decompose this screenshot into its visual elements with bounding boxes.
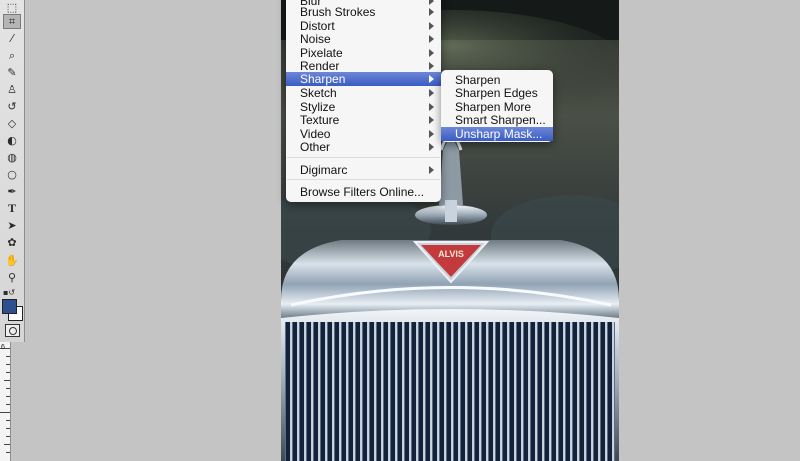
pen-tool-icon[interactable]: ✒ [3,184,21,199]
menu-separator [287,157,440,158]
menu-item-pixelate[interactable]: Pixelate [286,46,441,60]
dodge-tool-icon[interactable]: ○ [3,167,21,182]
eyedropper-tool-icon[interactable]: ⁄ [3,31,21,46]
submenu-item-sharpen[interactable]: Sharpen [441,73,553,87]
filter-menu: Blur Brush Strokes Distort Noise Pixelat… [286,0,441,202]
menu-item-brush-strokes[interactable]: Brush Strokes [286,5,441,19]
submenu-item-sharpen-more[interactable]: Sharpen More [441,100,553,114]
menu-item-sharpen[interactable]: Sharpen [286,72,441,86]
brush-tool-icon[interactable]: ✎ [3,65,21,80]
tools-panel: ⬚ ⌗ ⁄ ⌕ ✎ ♙ ↺ ◇ ◐ ◍ ○ ✒ T ➤ ✿ ✋ ⚲ ▪↺ [0,0,25,342]
submenu-arrow-icon [429,8,434,16]
menu-item-sketch[interactable]: Sketch [286,86,441,100]
submenu-arrow-icon [429,89,434,97]
submenu-arrow-icon [429,103,434,111]
menu-item-texture[interactable]: Texture [286,113,441,127]
quick-mask-icon[interactable] [5,324,20,337]
submenu-arrow-icon [429,130,434,138]
submenu-arrow-icon [429,62,434,70]
menu-item-video[interactable]: Video [286,127,441,141]
swap-colors-icon[interactable]: ▪↺ [3,285,21,300]
history-brush-tool-icon[interactable]: ↺ [3,99,21,114]
ruler-label: 6 [1,344,5,351]
custom-shape-tool-icon[interactable]: ✿ [3,235,21,250]
crop-tool-icon[interactable]: ⌗ [3,14,21,29]
foreground-color-swatch[interactable] [2,299,17,314]
submenu-item-sharpen-edges[interactable]: Sharpen Edges [441,86,553,100]
menu-item-stylize[interactable]: Stylize [286,100,441,114]
submenu-item-unsharp-mask[interactable]: Unsharp Mask... [441,127,553,141]
eraser-tool-icon[interactable]: ◇ [3,116,21,131]
menu-item-other[interactable]: Other [286,140,441,154]
sharpen-submenu: Sharpen Sharpen Edges Sharpen More Smart… [441,70,553,142]
marquee-tool-icon[interactable]: ⬚ [3,0,21,15]
submenu-arrow-icon [429,75,434,83]
menu-separator [287,179,440,180]
type-tool-icon[interactable]: T [3,201,21,216]
menu-item-digimarc[interactable]: Digimarc [286,163,441,177]
clone-stamp-tool-icon[interactable]: ♙ [3,82,21,97]
submenu-arrow-icon [429,166,434,174]
menu-item-noise[interactable]: Noise [286,32,441,46]
submenu-arrow-icon [429,35,434,43]
submenu-item-smart-sharpen[interactable]: Smart Sharpen... [441,113,553,127]
menu-item-distort[interactable]: Distort [286,19,441,33]
submenu-arrow-icon [429,116,434,124]
hand-tool-icon[interactable]: ✋ [3,253,21,268]
zoom-tool-icon[interactable]: ⚲ [3,270,21,285]
submenu-arrow-icon [429,49,434,57]
paint-bucket-tool-icon[interactable]: ◐ [3,133,21,148]
menu-item-browse-filters-online[interactable]: Browse Filters Online... [286,185,441,199]
submenu-arrow-icon [429,143,434,151]
blur-tool-icon[interactable]: ◍ [3,150,21,165]
path-selection-tool-icon[interactable]: ➤ [3,218,21,233]
vertical-ruler [0,342,11,461]
badge-text: ALVIS [438,249,464,259]
submenu-arrow-icon [429,22,434,30]
healing-brush-tool-icon[interactable]: ⌕ [3,48,21,63]
menu-item-render[interactable]: Render [286,59,441,73]
